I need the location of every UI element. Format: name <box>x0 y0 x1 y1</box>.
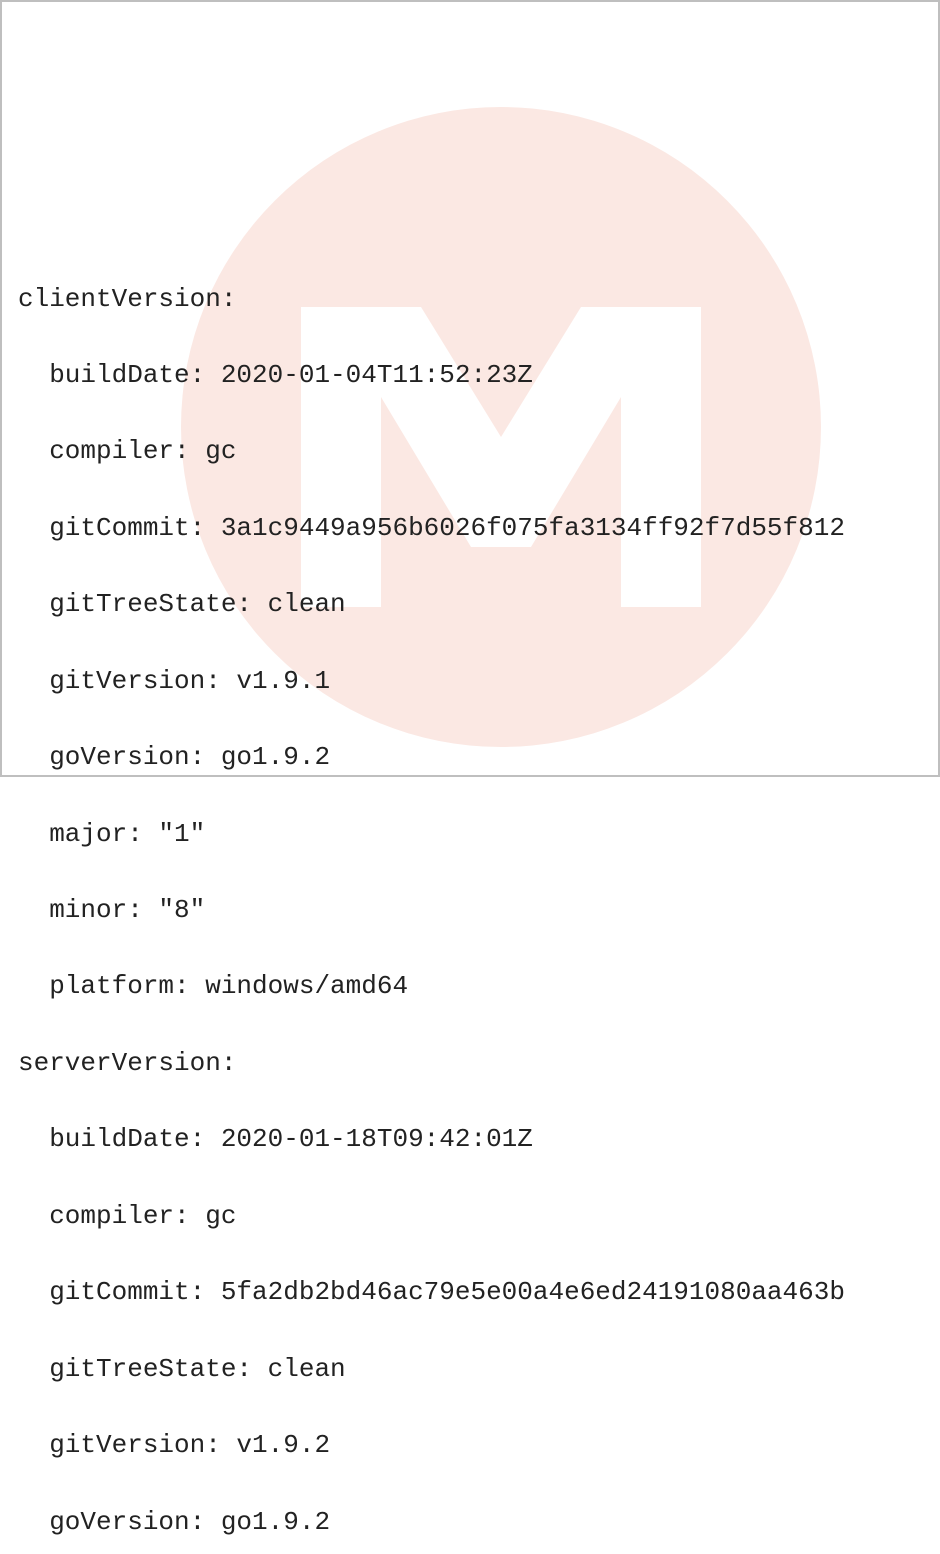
client-minor: minor: "8" <box>18 891 922 929</box>
server-build-date: buildDate: 2020-01-18T09:42:01Z <box>18 1120 922 1158</box>
client-build-date: buildDate: 2020-01-04T11:52:23Z <box>18 356 922 394</box>
server-compiler: compiler: gc <box>18 1197 922 1235</box>
client-major: major: "1" <box>18 815 922 853</box>
server-git-commit: gitCommit: 5fa2db2bd46ac79e5e00a4e6ed241… <box>18 1273 922 1311</box>
client-platform: platform: windows/amd64 <box>18 967 922 1005</box>
client-git-tree-state: gitTreeState: clean <box>18 585 922 623</box>
server-git-version: gitVersion: v1.9.2 <box>18 1426 922 1464</box>
client-git-version: gitVersion: v1.9.1 <box>18 662 922 700</box>
client-git-commit: gitCommit: 3a1c9449a956b6026f075fa3134ff… <box>18 509 922 547</box>
version-output: clientVersion: buildDate: 2020-01-04T11:… <box>18 241 922 1554</box>
server-version-header: serverVersion: <box>18 1044 922 1082</box>
server-git-tree-state: gitTreeState: clean <box>18 1350 922 1388</box>
client-compiler: compiler: gc <box>18 432 922 470</box>
client-go-version: goVersion: go1.9.2 <box>18 738 922 776</box>
server-go-version: goVersion: go1.9.2 <box>18 1503 922 1541</box>
client-version-header: clientVersion: <box>18 280 922 318</box>
